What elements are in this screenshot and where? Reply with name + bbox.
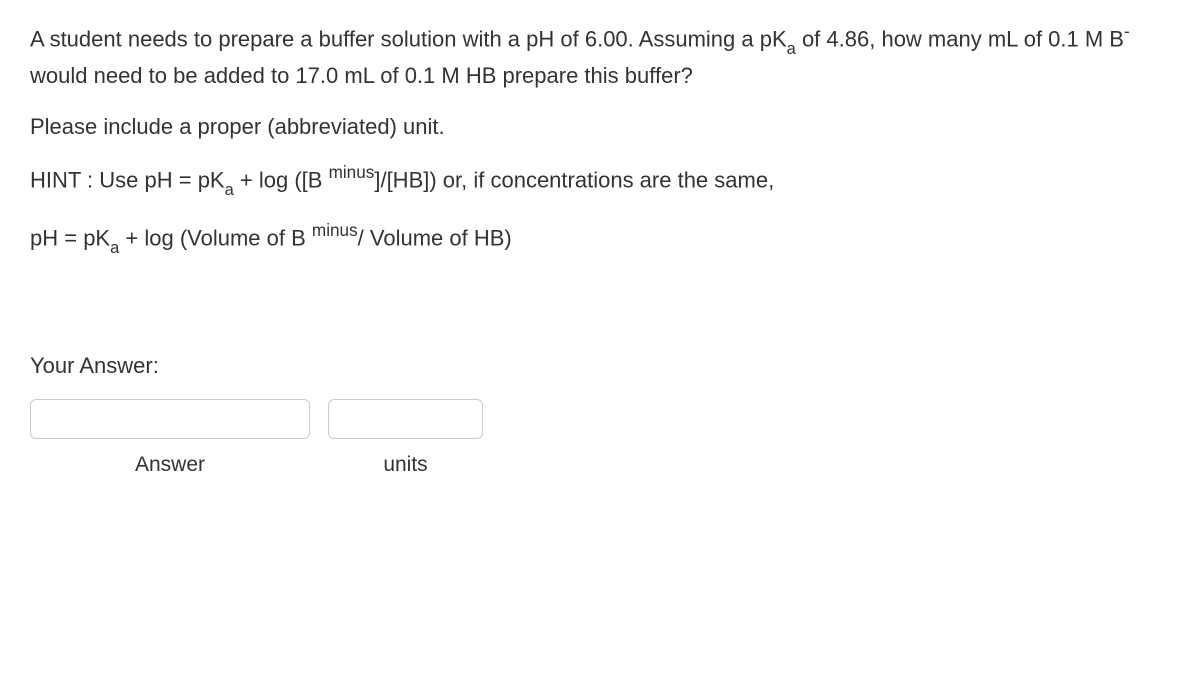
superscript-minus: minus (312, 220, 358, 240)
subscript-a: a (225, 181, 234, 199)
answer-input[interactable] (30, 399, 310, 439)
question-text: A student needs to prepare a buffer solu… (30, 20, 1170, 258)
text-fragment: + log (Volume of B (119, 225, 312, 250)
superscript-minus: minus (329, 162, 375, 182)
text-fragment: HINT : Use pH = pK (30, 168, 225, 193)
answer-section: Your Answer: Answer units (30, 353, 1170, 477)
question-line-unit-note: Please include a proper (abbreviated) un… (30, 110, 1170, 143)
text-fragment: of (796, 26, 820, 51)
units-input-group: units (328, 399, 483, 477)
units-input[interactable] (328, 399, 483, 439)
your-answer-label: Your Answer: (30, 353, 1170, 379)
text-fragment: would need to be added to 17.0 mL of 0.1… (30, 63, 693, 88)
subscript-a: a (787, 40, 796, 58)
hint-line-2: pH = pKa + log (Volume of B minus/ Volum… (30, 219, 1170, 258)
text-fragment: / Volume of HB) (358, 225, 512, 250)
text-fragment: ]/[HB]) or, if concentrations are the sa… (374, 168, 774, 193)
answer-input-group: Answer (30, 399, 310, 477)
answer-caption: Answer (135, 453, 205, 477)
text-fragment: A student needs to prepare a buffer solu… (30, 26, 787, 51)
text-fragment: 4.86, how many mL of 0.1 M B (826, 26, 1124, 51)
subscript-a: a (110, 239, 119, 257)
inputs-row: Answer units (30, 399, 1170, 477)
superscript-minus: - (1124, 21, 1130, 41)
text-fragment: + log ([B (234, 168, 329, 193)
question-line-1: A student needs to prepare a buffer solu… (30, 20, 1170, 92)
text-fragment: pH = pK (30, 225, 110, 250)
units-caption: units (383, 453, 427, 477)
hint-line-1: HINT : Use pH = pKa + log ([B minus]/[HB… (30, 161, 1170, 200)
